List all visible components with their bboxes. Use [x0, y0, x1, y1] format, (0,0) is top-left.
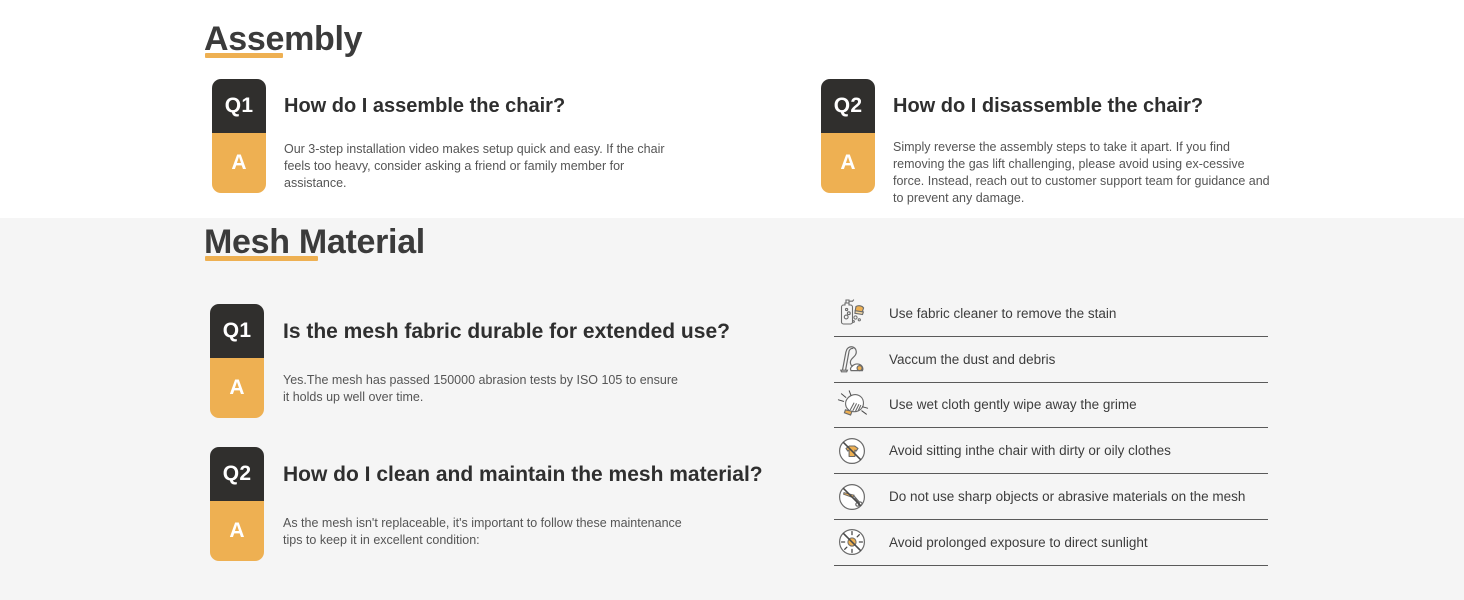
question-badge: Q2	[821, 79, 875, 133]
qa-card-assembly-q1: Q1 A How do I assemble the chair? Our 3-…	[212, 79, 692, 197]
answer-text: Simply reverse the assembly steps to tak…	[893, 140, 1270, 205]
answer-text: As the mesh isn't replaceable, it's impo…	[283, 516, 682, 547]
badge-column: Q1 A	[212, 79, 266, 193]
list-item-label: Use wet cloth gently wipe away the grime	[889, 397, 1137, 413]
vacuum-cleaner-icon	[834, 341, 870, 377]
list-item-label: Vaccum the dust and debris	[889, 351, 1056, 367]
question-badge: Q1	[212, 79, 266, 133]
question-text: Is the mesh fabric durable for extended …	[283, 320, 730, 343]
section-assembly: Assembly Q1 A How do I assemble the chai…	[0, 0, 1464, 218]
question-text: How do I disassemble the chair?	[893, 95, 1204, 117]
list-item-label: Avoid prolonged exposure to direct sunli…	[889, 534, 1148, 550]
no-direct-sunlight-icon	[834, 524, 870, 560]
list-item[interactable]: Vaccum the dust and debris	[834, 337, 1268, 383]
section-mesh-material: Mesh Material Q1 A Is the mesh fabric du…	[0, 218, 1464, 600]
answer-badge: A	[212, 133, 266, 193]
answer-badge: A	[821, 133, 875, 193]
question-badge: Q2	[210, 447, 264, 501]
question-text: How do I assemble the chair?	[284, 95, 566, 117]
list-item[interactable]: Do not use sharp objects or abrasive mat…	[834, 474, 1268, 520]
list-item[interactable]: Avoid sitting inthe chair with dirty or …	[834, 428, 1268, 475]
title-underline-mesh-material	[205, 256, 318, 261]
question-text: How do I clean and maintain the mesh mat…	[283, 463, 763, 486]
title-underline-assembly	[205, 53, 283, 58]
list-item-label: Use fabric cleaner to remove the stain	[889, 305, 1117, 321]
maintenance-tips-list: Use fabric cleaner to remove the stain V…	[834, 291, 1268, 566]
page-title-assembly: Assembly	[204, 20, 363, 58]
page-title-mesh-material: Mesh Material	[204, 223, 425, 261]
list-item-label: Avoid sitting inthe chair with dirty or …	[889, 443, 1171, 459]
qa-card-assembly-q2: Q2 A How do I disassemble the chair? Sim…	[821, 79, 1301, 205]
badge-column: Q2 A	[210, 447, 264, 561]
badge-column: Q1 A	[210, 304, 264, 418]
list-item[interactable]: Avoid prolonged exposure to direct sunli…	[834, 520, 1268, 566]
no-sharp-objects-icon	[834, 479, 870, 515]
list-item[interactable]: Use fabric cleaner to remove the stain	[834, 291, 1268, 337]
answer-text: Our 3-step installation video makes setu…	[284, 142, 665, 190]
qa-card-mesh-q1: Q1 A Is the mesh fabric durable for exte…	[210, 304, 770, 422]
hand-wiping-cloth-icon	[834, 387, 870, 423]
qa-card-mesh-q2: Q2 A How do I clean and maintain the mes…	[210, 447, 810, 565]
answer-badge: A	[210, 358, 264, 418]
no-dirty-clothes-icon	[834, 433, 870, 469]
spray-bottle-sponge-icon	[834, 295, 870, 331]
answer-text: Yes.The mesh has passed 150000 abrasion …	[283, 373, 678, 404]
list-item-label: Do not use sharp objects or abrasive mat…	[889, 489, 1246, 505]
list-item[interactable]: Use wet cloth gently wipe away the grime	[834, 383, 1268, 429]
faq-page: Assembly Q1 A How do I assemble the chai…	[0, 0, 1464, 600]
badge-column: Q2 A	[821, 79, 875, 193]
question-badge: Q1	[210, 304, 264, 358]
answer-badge: A	[210, 501, 264, 561]
